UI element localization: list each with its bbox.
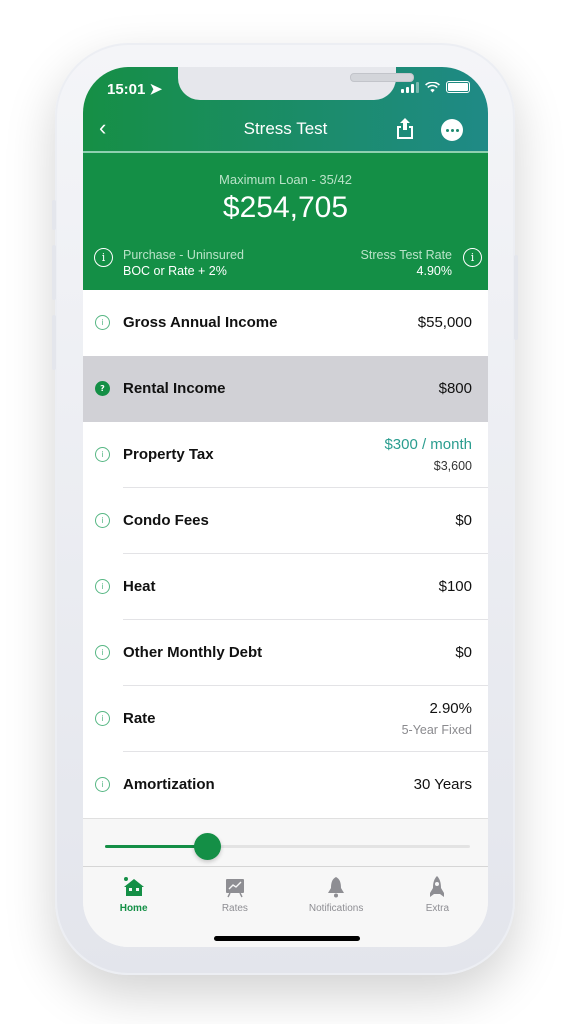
home-icon bbox=[123, 877, 144, 896]
row-label: Gross Annual Income bbox=[123, 314, 278, 331]
rocket-icon bbox=[430, 876, 445, 897]
tab-label: Rates bbox=[221, 903, 248, 914]
row-other-monthly-debt[interactable]: i Other Monthly Debt $0 bbox=[83, 620, 488, 686]
info-icon[interactable]: i bbox=[463, 248, 482, 267]
row-value: 2.90% bbox=[429, 700, 472, 717]
slider-track[interactable] bbox=[105, 833, 470, 860]
info-icon[interactable]: i bbox=[95, 777, 110, 792]
info-icon[interactable]: i bbox=[95, 315, 110, 330]
info-icon[interactable]: i bbox=[95, 447, 110, 462]
tab-label: Extra bbox=[425, 903, 450, 914]
signal-icon bbox=[401, 81, 419, 93]
stress-rate-label: Stress Test Rate bbox=[360, 248, 452, 262]
mute-switch bbox=[52, 200, 56, 230]
tab-label: Notifications bbox=[308, 903, 364, 914]
row-value: $55,000 bbox=[417, 314, 472, 331]
info-icon[interactable]: i bbox=[95, 513, 110, 528]
battery-icon bbox=[446, 81, 470, 93]
row-gross-annual-income[interactable]: i Gross Annual Income $55,000 bbox=[83, 290, 488, 356]
location-arrow-icon: ➤ bbox=[149, 81, 163, 98]
row-value: $0 bbox=[455, 512, 472, 529]
home-indicator bbox=[214, 936, 360, 941]
row-subvalue: 5-Year Fixed bbox=[401, 723, 472, 737]
volume-up-button bbox=[52, 245, 56, 300]
wifi-icon bbox=[425, 81, 440, 92]
tab-rates[interactable]: Rates bbox=[184, 867, 285, 947]
row-subvalue: $3,600 bbox=[433, 459, 472, 473]
row-value: $800 bbox=[438, 380, 472, 397]
row-heat[interactable]: i Heat $100 bbox=[83, 554, 488, 620]
row-value: $300 / month bbox=[384, 436, 472, 453]
row-rental-income[interactable]: ? Rental Income $800 bbox=[83, 356, 488, 422]
purchase-type: Purchase - Uninsured bbox=[123, 248, 244, 262]
info-icon[interactable]: i bbox=[95, 645, 110, 660]
share-button[interactable] bbox=[396, 117, 414, 139]
tab-label: Home bbox=[119, 903, 148, 914]
status-icons bbox=[401, 81, 470, 93]
qualifying-rule: BOC or Rate + 2% bbox=[123, 264, 227, 278]
slider-thumb[interactable] bbox=[194, 833, 222, 860]
row-amortization[interactable]: i Amortization 30 Years bbox=[83, 752, 488, 818]
row-label: Rental Income bbox=[123, 380, 226, 397]
info-icon[interactable]: i bbox=[95, 711, 110, 726]
slider-fill bbox=[105, 845, 208, 848]
screen: 15:01 ➤ ‹ Stress Test Maximum Loan - 35/… bbox=[83, 67, 488, 947]
max-loan-label: Maximum Loan - 35/42 bbox=[219, 172, 352, 187]
info-icon[interactable]: i bbox=[95, 579, 110, 594]
row-label: Heat bbox=[123, 578, 156, 595]
row-rate[interactable]: i Rate 2.90% 5-Year Fixed bbox=[83, 686, 488, 752]
tab-extra[interactable]: Extra bbox=[387, 867, 488, 947]
power-button bbox=[514, 255, 518, 340]
info-icon[interactable]: i bbox=[94, 248, 113, 267]
row-value: 30 Years bbox=[413, 776, 472, 793]
row-label: Property Tax bbox=[123, 446, 214, 463]
row-label: Other Monthly Debt bbox=[123, 644, 263, 661]
chart-board-icon bbox=[225, 879, 244, 898]
status-time: 15:01 ➤ bbox=[107, 81, 163, 98]
row-label: Condo Fees bbox=[123, 512, 209, 529]
more-options-button[interactable] bbox=[441, 119, 463, 141]
input-list: i Gross Annual Income $55,000 ? Rental I… bbox=[83, 290, 488, 818]
bell-icon bbox=[328, 877, 345, 898]
notch bbox=[178, 67, 414, 100]
row-label: Rate bbox=[123, 710, 156, 727]
row-property-tax[interactable]: i Property Tax $300 / month $3,600 bbox=[83, 422, 488, 488]
help-icon[interactable]: ? bbox=[95, 381, 110, 396]
tab-home[interactable]: Home bbox=[83, 867, 184, 947]
volume-down-button bbox=[52, 315, 56, 370]
max-loan-amount: $254,705 bbox=[222, 191, 349, 224]
tab-bar: Home Rates Notifications Extra bbox=[83, 866, 488, 947]
slider-area bbox=[83, 818, 488, 867]
row-label: Amortization bbox=[123, 776, 215, 793]
loan-summary: Maximum Loan - 35/42 $254,705 i Purchase… bbox=[83, 153, 488, 290]
page-title: Stress Test bbox=[243, 119, 328, 138]
stress-rate-value: 4.90% bbox=[416, 264, 452, 278]
tab-notifications[interactable]: Notifications bbox=[286, 867, 387, 947]
row-condo-fees[interactable]: i Condo Fees $0 bbox=[83, 488, 488, 554]
row-value: $100 bbox=[438, 578, 472, 595]
row-value: $0 bbox=[455, 644, 472, 661]
